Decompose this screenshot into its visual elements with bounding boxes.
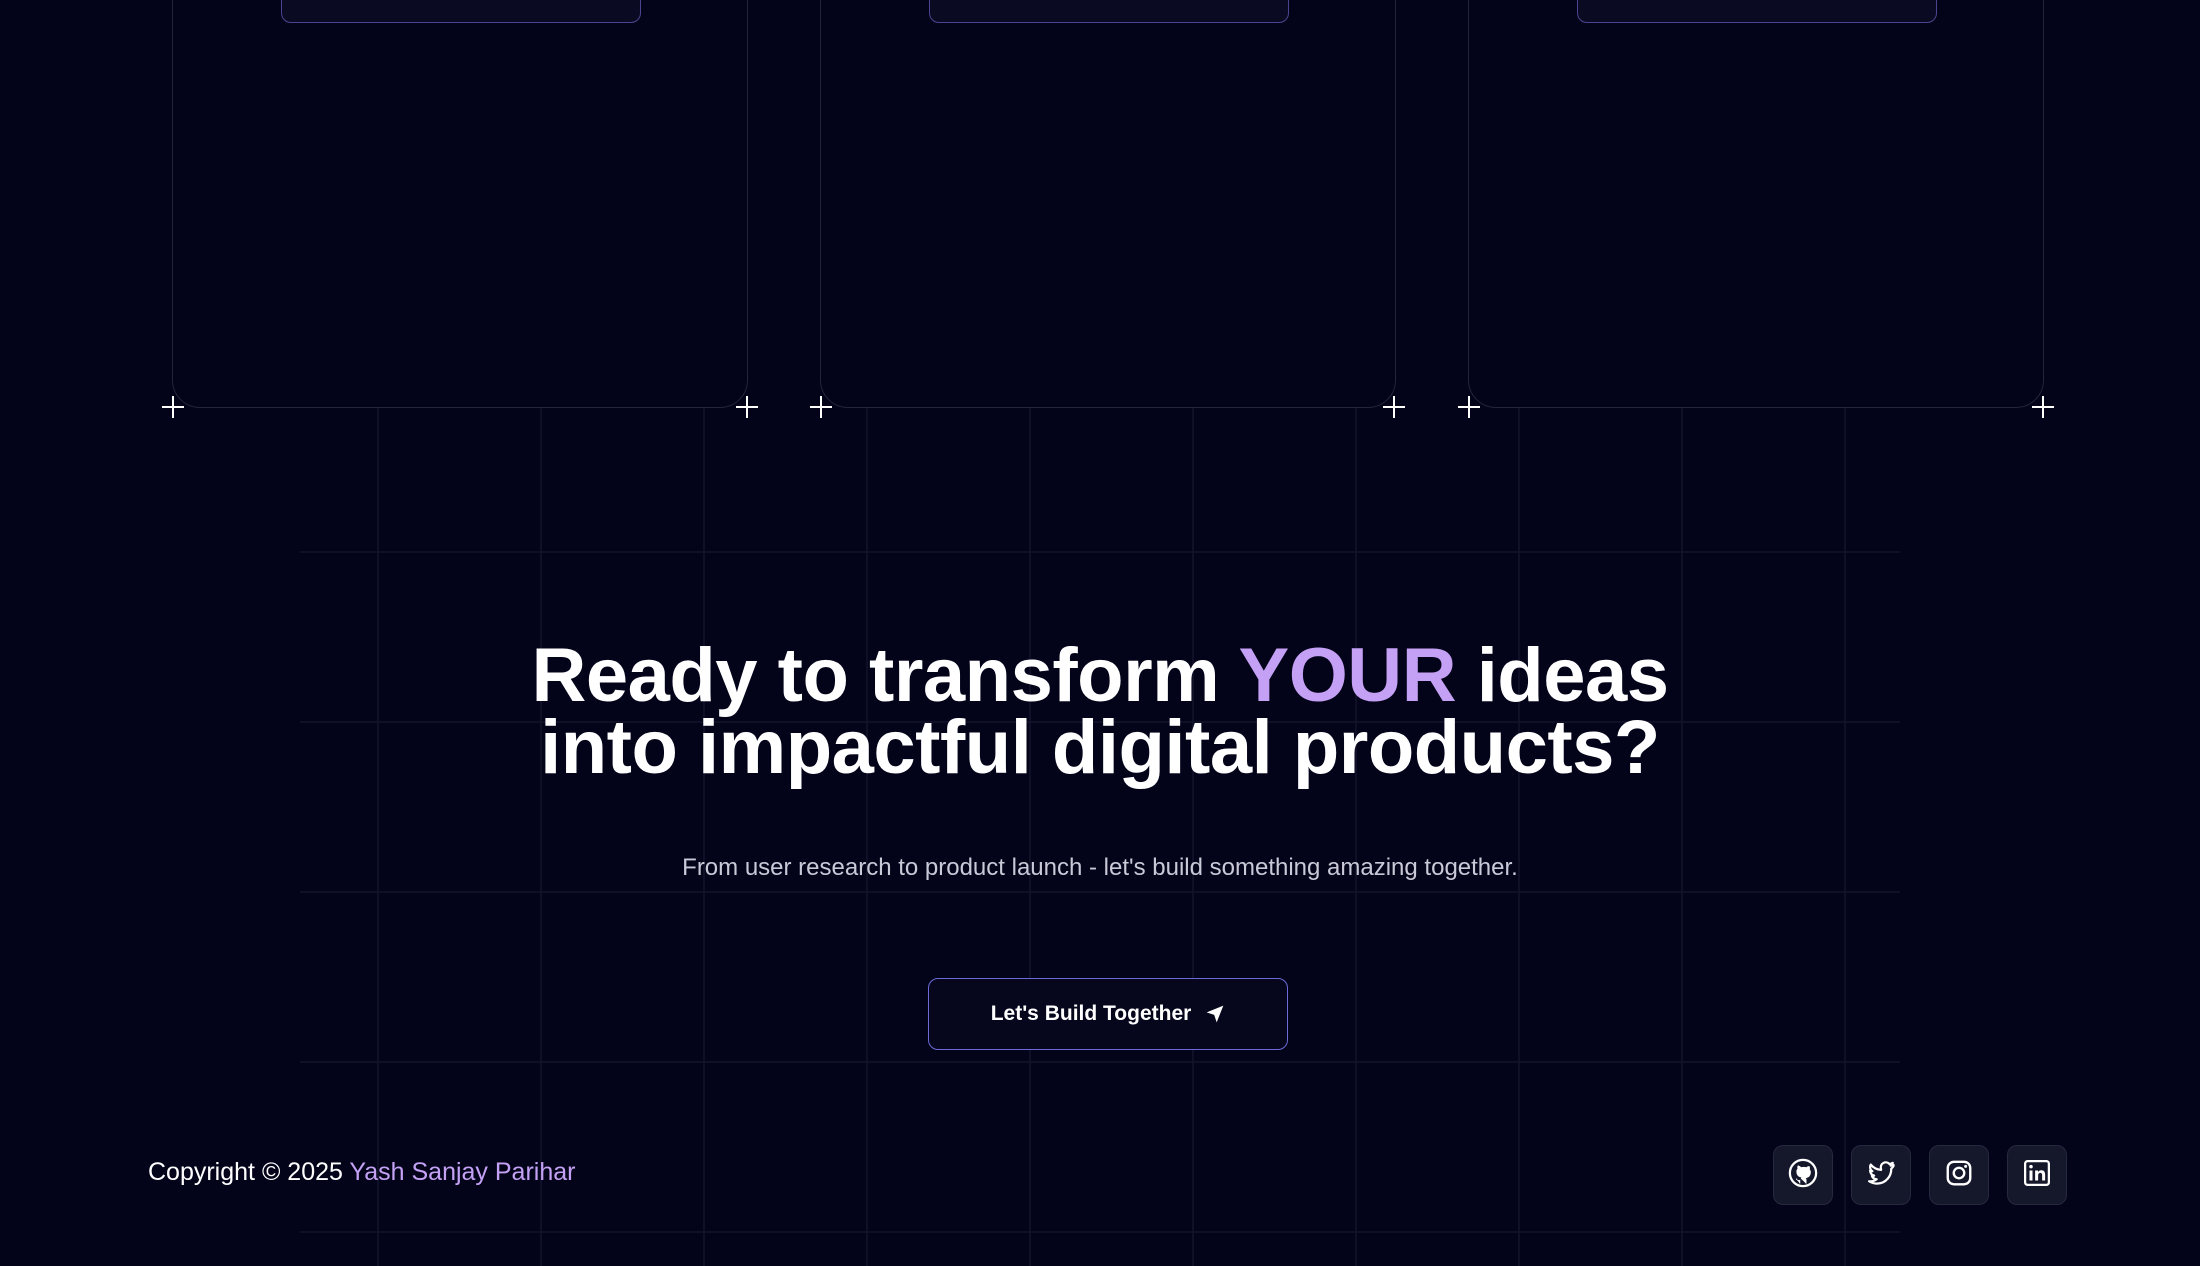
page: Ready to transform YOUR ideas into impac… <box>0 0 2200 1266</box>
instagram-icon <box>1944 1158 1974 1193</box>
author-name[interactable]: Yash Sanjay Parihar <box>349 1158 575 1186</box>
plus-icon <box>1458 396 1480 418</box>
footer-copyright: Copyright © 2025 Yash Sanjay Parihar <box>148 1158 575 1187</box>
lets-build-together-button[interactable]: Let's Build Together <box>928 978 1288 1050</box>
cta-headline: Ready to transform YOUR ideas into impac… <box>0 638 2200 786</box>
social-links <box>1773 1145 2067 1205</box>
project-card-3-tab[interactable] <box>1577 0 1937 23</box>
send-icon <box>1205 1004 1225 1024</box>
linkedin-icon <box>2022 1158 2052 1193</box>
cta-button-label: Let's Build Together <box>990 1002 1192 1025</box>
plus-icon <box>1383 396 1405 418</box>
cta-section: Ready to transform YOUR ideas into impac… <box>0 638 2200 882</box>
copyright-text: Copyright © 2025 <box>148 1158 350 1186</box>
project-card-2-tab[interactable] <box>929 0 1289 23</box>
headline-line-2: into impactful digital products? <box>540 705 1660 790</box>
plus-icon <box>162 396 184 418</box>
twitter-link[interactable] <box>1851 1145 1911 1205</box>
plus-icon <box>810 396 832 418</box>
project-card-1[interactable] <box>172 0 748 408</box>
project-card-3[interactable] <box>1468 0 2044 408</box>
plus-icon <box>736 396 758 418</box>
project-card-1-tab[interactable] <box>281 0 641 23</box>
linkedin-link[interactable] <box>2007 1145 2067 1205</box>
twitter-icon <box>1866 1158 1896 1193</box>
github-link[interactable] <box>1773 1145 1833 1205</box>
cta-subtitle: From user research to product launch - l… <box>682 854 1518 881</box>
instagram-link[interactable] <box>1929 1145 1989 1205</box>
project-card-2[interactable] <box>820 0 1396 408</box>
plus-icon <box>2032 396 2054 418</box>
github-icon <box>1788 1158 1818 1193</box>
